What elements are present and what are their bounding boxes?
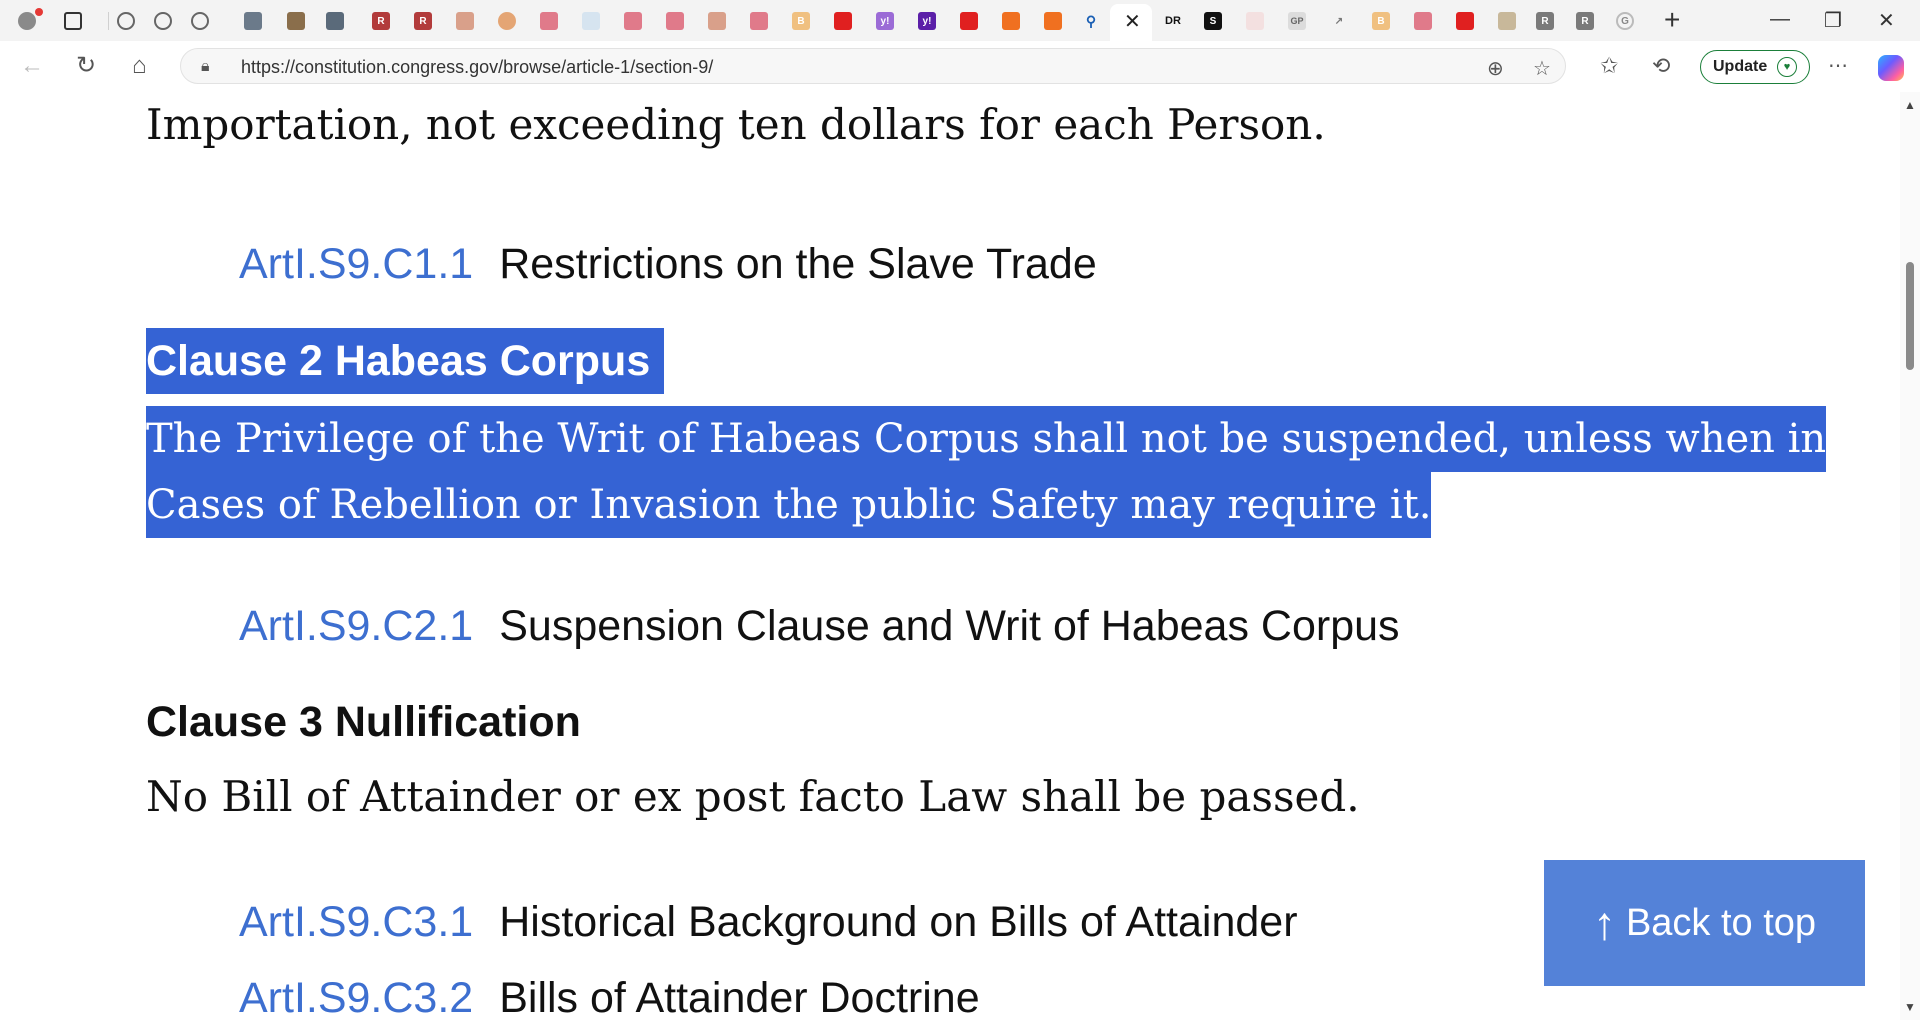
close-tab-icon[interactable]: ✕ bbox=[1124, 9, 1141, 34]
back-to-top-label: Back to top bbox=[1625, 901, 1817, 944]
chart-icon[interactable]: ↗ bbox=[1330, 12, 1348, 30]
bird-icon[interactable] bbox=[1246, 12, 1264, 30]
r-icon[interactable]: R bbox=[1536, 12, 1554, 30]
list-item[interactable]: ArtI.S9.C3.1 Historical Background on Bil… bbox=[239, 898, 1298, 947]
url-box[interactable]: 🔒︎ https://constitution.congress.gov/bro… bbox=[180, 48, 1566, 84]
gp-icon[interactable]: GP bbox=[1288, 12, 1306, 30]
list-item[interactable]: ArtI.S9.C2.1 Suspension Clause and Writ o… bbox=[239, 602, 1400, 651]
new-tab-button[interactable]: + bbox=[1664, 4, 1680, 36]
close-window-button[interactable]: ✕ bbox=[1878, 8, 1895, 33]
globe-icon[interactable] bbox=[154, 12, 172, 30]
zoom-icon[interactable]: ⊕ bbox=[1487, 56, 1504, 81]
item-ref-link[interactable]: ArtI.S9.C3.1 bbox=[239, 898, 473, 946]
bookmark-icon[interactable] bbox=[1002, 12, 1020, 30]
pdf-icon[interactable] bbox=[456, 12, 474, 30]
clause2-text: The Privilege of the Writ of Habeas Corp… bbox=[146, 406, 1827, 538]
address-bar-row: ← ↻ ⌂ 🔒︎ https://constitution.congress.g… bbox=[0, 41, 1920, 93]
back-icon[interactable]: ← bbox=[20, 53, 44, 79]
page-content: Importation, not exceeding ten dollars f… bbox=[0, 92, 1900, 1020]
more-menu-icon[interactable]: ⋯ bbox=[1828, 53, 1848, 79]
list-item[interactable]: ArtI.S9.C3.2 Bills of Attainder Doctrine bbox=[239, 974, 980, 1020]
youtube-icon[interactable] bbox=[960, 12, 978, 30]
dr-icon[interactable]: DR bbox=[1164, 12, 1182, 30]
youtube-icon[interactable] bbox=[624, 12, 642, 30]
scrollbar-thumb[interactable] bbox=[1906, 262, 1914, 370]
youtube-icon[interactable] bbox=[1456, 12, 1474, 30]
item-title: Suspension Clause and Writ of Habeas Cor… bbox=[499, 602, 1400, 650]
s-icon[interactable]: S bbox=[1204, 12, 1222, 30]
clause2-heading: Clause 2 Habeas Corpus bbox=[146, 328, 665, 394]
clause2-heading-text: Clause 2 Habeas Corpus bbox=[146, 328, 665, 394]
bookmark-icon[interactable] bbox=[1044, 12, 1062, 30]
tab-actions-icon[interactable] bbox=[64, 12, 82, 30]
lock-icon[interactable]: 🔒︎ bbox=[201, 58, 210, 76]
chevrons-icon[interactable] bbox=[326, 12, 344, 30]
news-icon[interactable] bbox=[244, 12, 262, 30]
restore-button[interactable]: ❐ bbox=[1824, 8, 1842, 33]
clause3-text: No Bill of Attainder or ex post facto La… bbox=[146, 772, 1360, 821]
tab-strip: R R B y! y! ⚲ ✕ DR S GP ↗ B R R G + — ❐ … bbox=[0, 0, 1920, 41]
url-text[interactable]: https://constitution.congress.gov/browse… bbox=[241, 57, 713, 78]
refresh-icon[interactable]: ↻ bbox=[76, 53, 96, 79]
circle-icon[interactable] bbox=[498, 12, 516, 30]
notification-dot-icon bbox=[35, 8, 43, 16]
copilot-icon[interactable] bbox=[1878, 55, 1904, 81]
tab-separator bbox=[108, 12, 109, 30]
item-title: Bills of Attainder Doctrine bbox=[499, 974, 980, 1020]
scroll-up-icon[interactable]: ▲ bbox=[1904, 98, 1916, 112]
bookmark-icon[interactable] bbox=[287, 12, 305, 30]
search-icon[interactable]: ⚲ bbox=[1082, 12, 1100, 30]
update-label: Update bbox=[1713, 58, 1768, 75]
globe-icon[interactable] bbox=[191, 12, 209, 30]
google-icon[interactable]: G bbox=[1616, 12, 1634, 30]
scrollbar[interactable]: ▲ ▼ bbox=[1900, 92, 1920, 1020]
update-button[interactable]: Update ♥ bbox=[1700, 50, 1810, 84]
image-icon[interactable] bbox=[1498, 12, 1516, 30]
b-icon[interactable]: B bbox=[1372, 12, 1390, 30]
youtube-icon[interactable] bbox=[750, 12, 768, 30]
clause3-heading: Clause 3 Nullification bbox=[146, 698, 581, 746]
r-icon[interactable]: R bbox=[414, 12, 432, 30]
item-ref-link[interactable]: ArtI.S9.C1.1 bbox=[239, 240, 473, 288]
feather-icon[interactable] bbox=[582, 12, 600, 30]
favorite-star-icon[interactable]: ☆ bbox=[1533, 56, 1551, 81]
r-icon[interactable]: R bbox=[372, 12, 390, 30]
b-icon[interactable]: B bbox=[792, 12, 810, 30]
yahoo-icon[interactable]: y! bbox=[876, 12, 894, 30]
list-item[interactable]: ArtI.S9.C1.1 Restrictions on the Slave Tr… bbox=[239, 240, 1097, 289]
profile-icon[interactable] bbox=[18, 12, 36, 30]
youtube-icon[interactable] bbox=[834, 12, 852, 30]
item-ref-link[interactable]: ArtI.S9.C3.2 bbox=[239, 974, 473, 1020]
clause2-line2: Cases of Rebellion or Invasion the publi… bbox=[146, 472, 1432, 538]
youtube-icon[interactable] bbox=[1414, 12, 1432, 30]
youtube-icon[interactable] bbox=[666, 12, 684, 30]
favorites-icon[interactable]: ✩ bbox=[1600, 53, 1618, 79]
yahoo-icon[interactable]: y! bbox=[918, 12, 936, 30]
pdf-icon[interactable] bbox=[708, 12, 726, 30]
globe-icon[interactable] bbox=[117, 12, 135, 30]
history-icon[interactable]: ⟲ bbox=[1652, 53, 1670, 79]
scroll-down-icon[interactable]: ▼ bbox=[1904, 1000, 1916, 1014]
update-badge-icon: ♥ bbox=[1777, 57, 1797, 77]
arrow-up-icon: ↑ bbox=[1592, 897, 1616, 949]
home-icon[interactable]: ⌂ bbox=[132, 53, 147, 79]
item-title: Restrictions on the Slave Trade bbox=[499, 240, 1097, 288]
item-ref-link[interactable]: ArtI.S9.C2.1 bbox=[239, 602, 473, 650]
importation-text: Importation, not exceeding ten dollars f… bbox=[146, 100, 1326, 149]
youtube-icon[interactable] bbox=[540, 12, 558, 30]
back-to-top-button[interactable]: ↑ Back to top bbox=[1544, 860, 1865, 986]
item-title: Historical Background on Bills of Attain… bbox=[499, 898, 1298, 946]
minimize-button[interactable]: — bbox=[1770, 8, 1790, 31]
clause2-line1: The Privilege of the Writ of Habeas Corp… bbox=[146, 406, 1827, 472]
r-icon[interactable]: R bbox=[1576, 12, 1594, 30]
